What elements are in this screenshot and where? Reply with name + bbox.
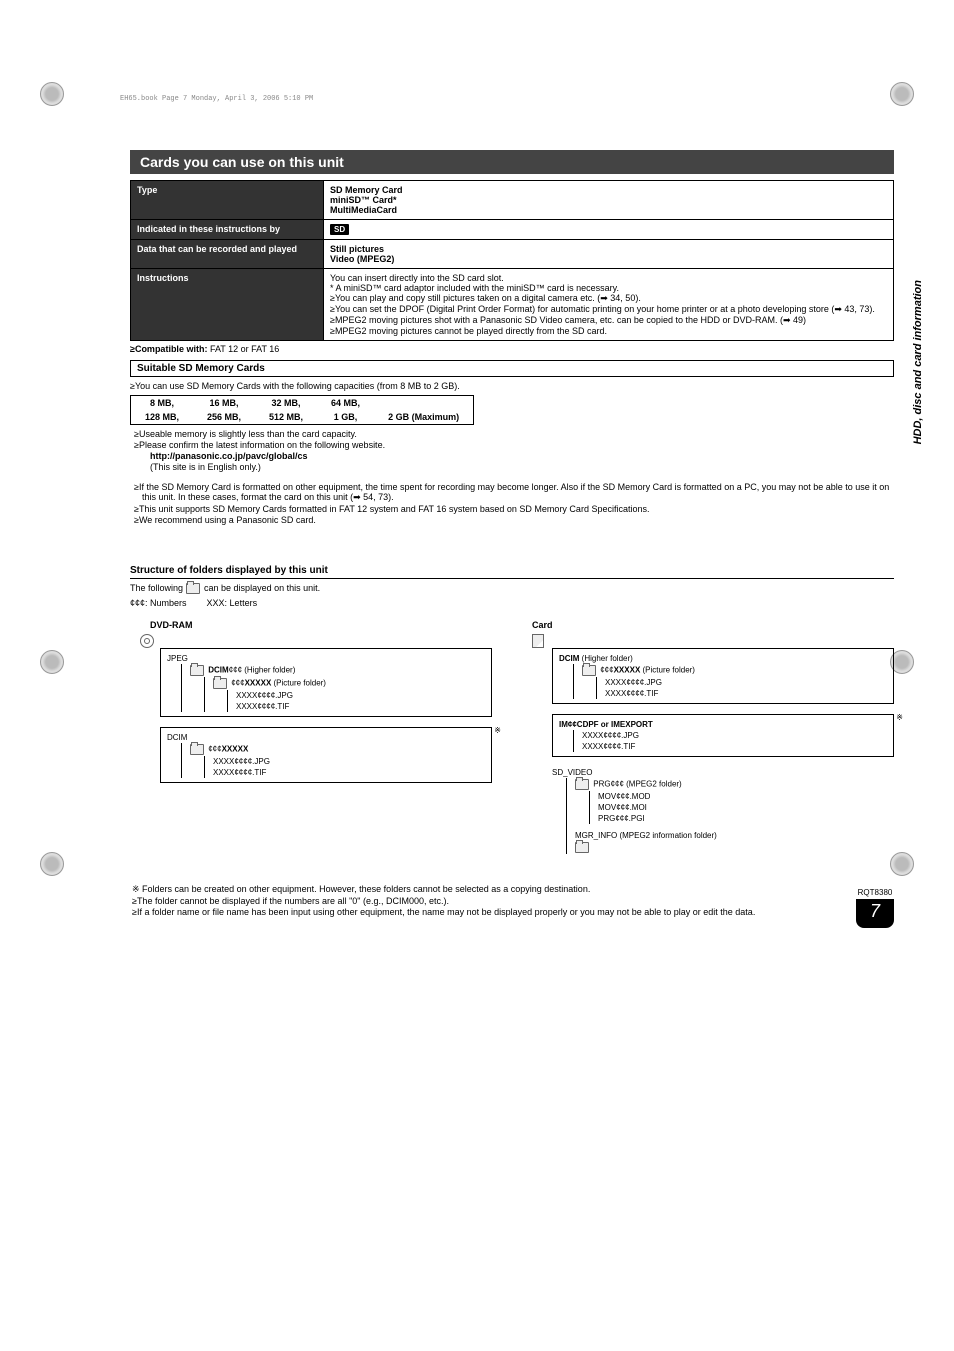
folder-icon: [186, 583, 200, 594]
structure-title: Structure of folders displayed by this u…: [130, 565, 894, 579]
document-code: RQT8380: [856, 888, 894, 897]
card-icon: [532, 634, 544, 648]
spec-row-head: Data that can be recorded and played: [131, 240, 324, 269]
note-mark: ※: [896, 713, 903, 722]
page-number: 7: [856, 899, 894, 928]
spec-row-body: SD: [324, 220, 894, 240]
book-tag: EH65.book Page 7 Monday, April 3, 2006 5…: [120, 95, 313, 103]
folder-icon: [213, 678, 227, 689]
folder-icon: [575, 842, 589, 853]
spec-row-body: You can insert directly into the SD card…: [324, 269, 894, 341]
legend: ¢¢¢: Numbers XXX: Letters: [130, 598, 894, 608]
spec-row-body: SD Memory Card miniSD™ Card* MultiMediaC…: [324, 181, 894, 220]
spec-row-head: Indicated in these instructions by: [131, 220, 324, 240]
folder-icon: [582, 665, 596, 676]
subsection-title: Suitable SD Memory Cards: [130, 360, 894, 377]
bullet-list: ≥Useable memory is slightly less than th…: [130, 429, 894, 472]
spec-table: Type SD Memory Card miniSD™ Card* MultiM…: [130, 180, 894, 341]
sd-badge-icon: SD: [330, 224, 349, 235]
spec-row-body: Still pictures Video (MPEG2): [324, 240, 894, 269]
compatible-line: ≥Compatible with: FAT 12 or FAT 16: [130, 344, 894, 354]
card-column: Card DCIM (Higher folder) ¢¢¢XXXXX (Pict…: [532, 614, 894, 854]
folder-icon: [190, 744, 204, 755]
folder-tree-box: ※ DCIM ¢¢¢XXXXX XXXX¢¢¢¢.JPG XXXX¢¢¢¢.TI…: [160, 727, 492, 783]
bullet-list: ≥If the SD Memory Card is formatted on o…: [130, 482, 894, 525]
folder-tree-box: ※ IM¢¢CDPF or IMEXPORT XXXX¢¢¢¢.JPG XXXX…: [552, 714, 894, 757]
suitable-intro: ≥You can use SD Memory Cards with the fo…: [130, 381, 894, 391]
disc-icon: [140, 634, 154, 648]
page-content: EH65.book Page 7 Monday, April 3, 2006 5…: [0, 0, 954, 958]
spec-row-head: Type: [131, 181, 324, 220]
dvd-ram-column: DVD-RAM JPEG DCIM¢¢¢ (Higher folder) ¢¢¢…: [130, 614, 492, 854]
capacity-table: 8 MB,16 MB,32 MB,64 MB, 128 MB,256 MB,51…: [130, 395, 474, 425]
section-title: Cards you can use on this unit: [130, 150, 894, 174]
structure-intro: The following can be displayed on this u…: [130, 583, 894, 594]
folder-icon: [575, 779, 589, 790]
note-mark: ※: [494, 726, 501, 735]
sd-video-tree: SD_VIDEO PRG¢¢¢ (MPEG2 folder) MOV¢¢¢.MO…: [552, 767, 894, 854]
side-chapter-label: HDD, disc and card information: [912, 280, 924, 444]
page-number-block: RQT8380 7: [856, 888, 894, 928]
spec-row-head: Instructions: [131, 269, 324, 341]
folder-tree-box: JPEG DCIM¢¢¢ (Higher folder) ¢¢¢XXXXX (P…: [160, 648, 492, 717]
footer-notes: ※ Folders can be created on other equipm…: [130, 884, 894, 917]
folder-icon: [190, 665, 204, 676]
folder-tree-box: DCIM (Higher folder) ¢¢¢XXXXX (Picture f…: [552, 648, 894, 704]
